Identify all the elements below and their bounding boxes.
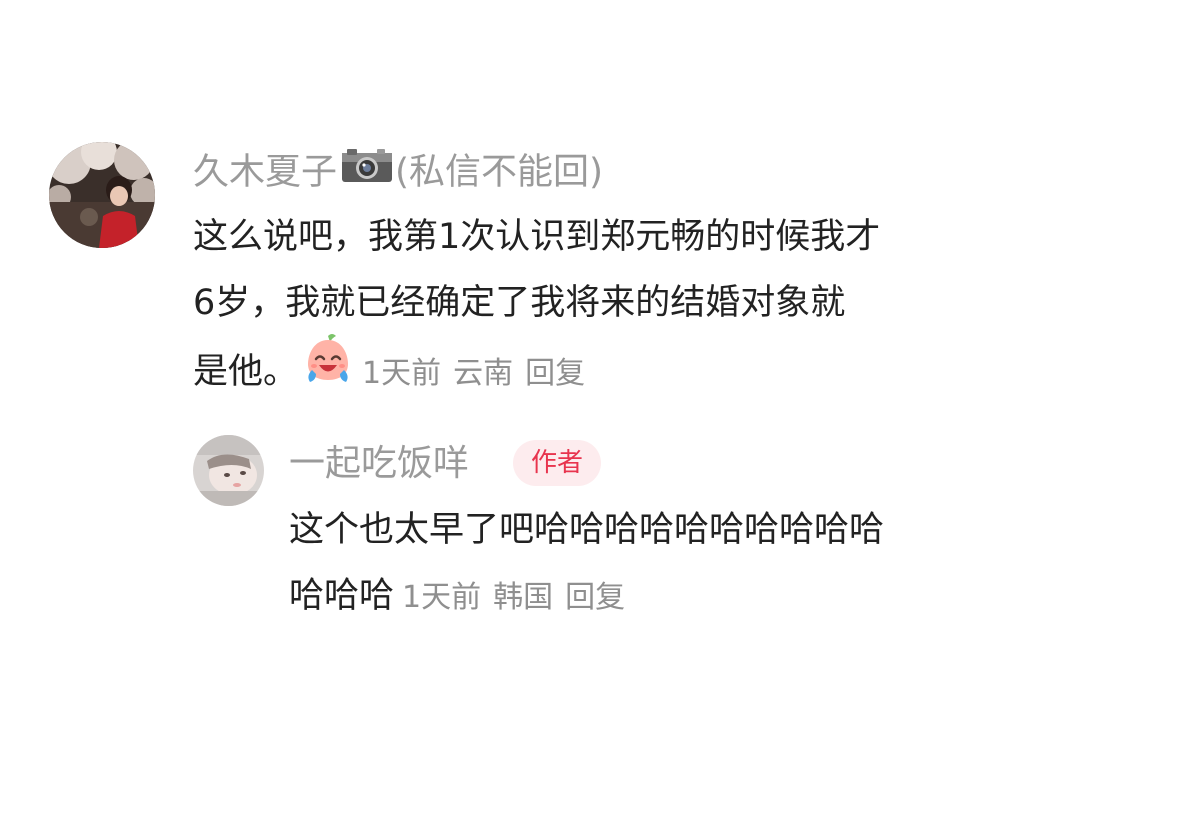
replier-avatar[interactable] — [193, 435, 264, 506]
comment-line-last: 是他。 1天前 云南 回复 — [193, 334, 1093, 410]
commenter-name-row: 久木夏子 (私信不能回) — [193, 147, 604, 197]
comment-line: 6岁，我就已经确定了我将来的结婚对象就 — [193, 283, 846, 323]
replier-username[interactable]: 一起吃饭咩 — [289, 442, 469, 486]
reply-location: 韩国 — [493, 580, 554, 615]
comment-line: 这么说吧，我第1次认识到郑元畅的时候我才 — [193, 217, 881, 257]
reply-button[interactable]: 回复 — [525, 356, 585, 391]
reply-line: 哈哈哈 — [289, 576, 395, 616]
reply-line: 这个也太早了吧哈哈哈哈哈哈哈哈哈哈 — [289, 510, 885, 550]
reply-line-last: 哈哈哈 1天前 韩国 回复 — [289, 563, 1149, 631]
reply-time: 1天前 — [402, 580, 482, 615]
commenter-name-note: (私信不能回) — [395, 151, 604, 193]
reply-text[interactable]: 这个也太早了吧哈哈哈哈哈哈哈哈哈哈 哈哈哈 1天前 韩国 回复 — [289, 497, 1149, 631]
comment-time: 1天前 — [362, 356, 442, 391]
reply-button[interactable]: 回复 — [565, 580, 625, 615]
comment-line: 是他。 — [193, 352, 299, 392]
comment-location: 云南 — [453, 356, 514, 391]
camera-icon — [341, 147, 393, 194]
commenter-avatar[interactable] — [49, 142, 155, 248]
commenter-username[interactable]: 久木夏子 — [193, 152, 337, 193]
comment-text[interactable]: 这么说吧，我第1次认识到郑元畅的时候我才 6岁，我就已经确定了我将来的结婚对象就… — [193, 204, 1093, 410]
crying-laughing-emoji — [302, 332, 354, 406]
reply-meta: 1天前 韩国 回复 — [402, 580, 637, 615]
author-badge: 作者 — [513, 440, 602, 486]
comment-meta: 1天前 云南 回复 — [362, 356, 597, 391]
